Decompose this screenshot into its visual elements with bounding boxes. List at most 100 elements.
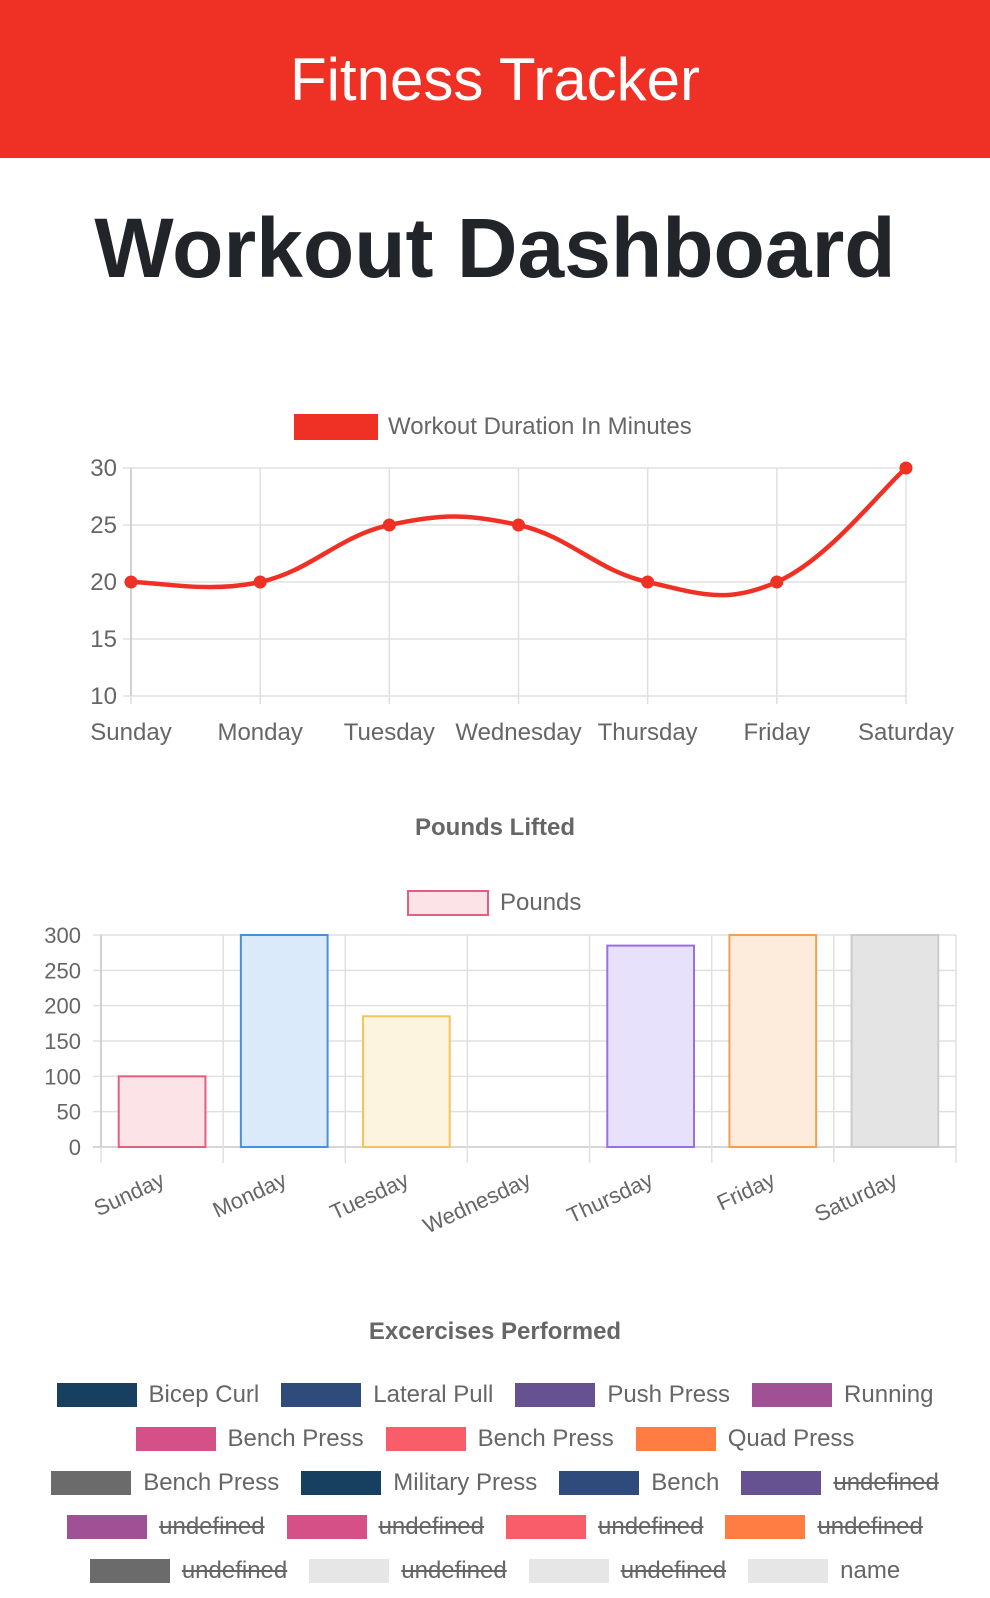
legend-item-undefined[interactable]: undefined (309, 1556, 507, 1586)
legend-label: undefined (598, 1513, 704, 1540)
pounds-bar-tuesday (361, 1015, 451, 1148)
duration-point (770, 575, 784, 589)
navbar: Fitness Tracker (0, 0, 990, 158)
navbar-brand[interactable]: Fitness Tracker (290, 45, 700, 114)
legend-label: Lateral Pull (373, 1381, 494, 1408)
y-tick-label: 300 (44, 923, 81, 948)
legend-label: Bench Press (227, 1425, 364, 1452)
legend-label: undefined (181, 1557, 288, 1584)
legend-label-duration: Workout Duration In Minutes (388, 413, 692, 440)
pounds-bar-chart: Pounds Lifted Pounds 300 250 200 150 100 50 0 Sun… (44, 814, 957, 1239)
legend-swatch-duration (294, 414, 378, 440)
x-tick-label: Saturday (811, 1167, 901, 1227)
duration-point (124, 575, 138, 589)
legend-swatch (67, 1515, 148, 1539)
duration-point (512, 518, 525, 532)
legend-swatch (528, 1559, 609, 1583)
x-tick-label: Friday (713, 1167, 779, 1215)
legend-label: Bench (651, 1469, 720, 1496)
y-tick-label: 100 (44, 1064, 81, 1089)
legend-label: Military Press (393, 1469, 538, 1496)
page-title: Workout Dashboard (94, 201, 896, 295)
legend-item-undefined[interactable]: undefined (67, 1512, 265, 1542)
legend-label: name (840, 1557, 901, 1584)
legend-item-quad-press[interactable]: Quad Press (635, 1424, 855, 1454)
legend-item-bench-press[interactable]: Bench Press (135, 1424, 364, 1454)
legend-item-undefined[interactable]: undefined (528, 1556, 727, 1586)
legend-swatch (385, 1427, 466, 1451)
legend-label: Bench Press (143, 1469, 280, 1496)
legend-swatch (89, 1559, 170, 1583)
legend-item-undefined[interactable]: undefined (725, 1512, 923, 1542)
legend-item-bench-press[interactable]: Bench Press (51, 1468, 279, 1498)
legend-label: undefined (401, 1557, 507, 1584)
y-tick-label: 20 (90, 569, 117, 596)
legend-swatch (309, 1559, 390, 1583)
legend-label: undefined (817, 1513, 923, 1540)
legend-swatch (51, 1471, 132, 1495)
y-tick-label: 200 (44, 994, 81, 1019)
legend-swatch (281, 1383, 362, 1407)
legend-label: Running (844, 1381, 934, 1408)
legend-label: Bicep Curl (148, 1381, 260, 1408)
duration-point (382, 518, 396, 532)
legend-label: Push Press (607, 1381, 731, 1408)
y-tick-label: 0 (69, 1135, 81, 1160)
legend-item-bench-press[interactable]: Bench Press (385, 1424, 614, 1454)
x-tick-label: Wednesday (419, 1167, 534, 1239)
legend-swatch (506, 1515, 586, 1539)
y-tick-label: 30 (90, 455, 117, 482)
x-tick-label: Friday (743, 719, 810, 746)
legend-item-running[interactable]: Running (752, 1380, 933, 1410)
legend-item-undefined[interactable]: undefined (741, 1468, 939, 1498)
legend-swatch (559, 1471, 640, 1495)
y-tick-label: 25 (90, 512, 117, 539)
legend-item-bicep-curl[interactable]: Bicep Curl (56, 1380, 260, 1410)
legend-label: undefined (833, 1469, 939, 1496)
legend-item-military-press[interactable]: Military Press (301, 1468, 537, 1498)
legend-swatch (635, 1427, 716, 1451)
x-tick-label: Sunday (90, 1167, 168, 1221)
legend-swatch-pounds (407, 890, 489, 916)
legend-item-undefined[interactable]: undefined (286, 1512, 484, 1542)
exercises-legend: Bicep Curl Lateral Pull Push Press Running B… (40, 1380, 950, 1586)
pounds-bar-friday (728, 934, 818, 1148)
x-tick-label: Thursday (563, 1167, 657, 1228)
legend-item-undefined[interactable]: undefined (506, 1512, 703, 1542)
x-tick-label: Tuesday (326, 1167, 412, 1225)
exercises-chart-title: Excercises Performed (368, 1318, 622, 1345)
legend-swatch (725, 1515, 806, 1539)
pounds-chart-title: Pounds Lifted (415, 814, 575, 841)
x-tick-label: Monday (217, 719, 302, 746)
legend-item-name[interactable]: name (748, 1556, 900, 1586)
duration-line-chart: Workout Duration In Minutes 30 25 20 15 10 Sun… (90, 413, 954, 746)
legend-swatch (135, 1427, 216, 1451)
y-tick-label: 50 (57, 1100, 81, 1125)
legend-label: Bench Press (477, 1425, 614, 1452)
legend-swatch (286, 1515, 367, 1539)
duration-point (641, 575, 655, 589)
legend-item-bench[interactable]: Bench (559, 1468, 719, 1498)
y-tick-label: 150 (44, 1029, 81, 1054)
x-tick-label: Sunday (90, 719, 171, 746)
pounds-bar-sunday (117, 1075, 207, 1149)
legend-label: undefined (378, 1513, 484, 1540)
x-tick-label: Wednesday (455, 719, 581, 746)
legend-item-lateral-pull[interactable]: Lateral Pull (281, 1380, 493, 1410)
y-tick-label: 15 (90, 626, 117, 653)
legend-item-undefined[interactable]: undefined (89, 1556, 288, 1586)
x-tick-label: Saturday (858, 719, 954, 746)
duration-point (253, 575, 267, 589)
pounds-bar-monday (239, 934, 329, 1148)
legend-swatch (301, 1471, 382, 1495)
x-tick-label: Tuesday (344, 719, 435, 746)
legend-swatch (741, 1471, 822, 1495)
pounds-bar-saturday (850, 934, 940, 1148)
legend-label: Quad Press (727, 1425, 855, 1452)
legend-label: undefined (620, 1557, 727, 1584)
legend-label-pounds: Pounds (500, 889, 581, 916)
legend-item-push-press[interactable]: Push Press (515, 1380, 730, 1410)
duration-point (899, 461, 913, 475)
legend-swatch (515, 1383, 596, 1407)
legend-label: undefined (159, 1513, 265, 1540)
